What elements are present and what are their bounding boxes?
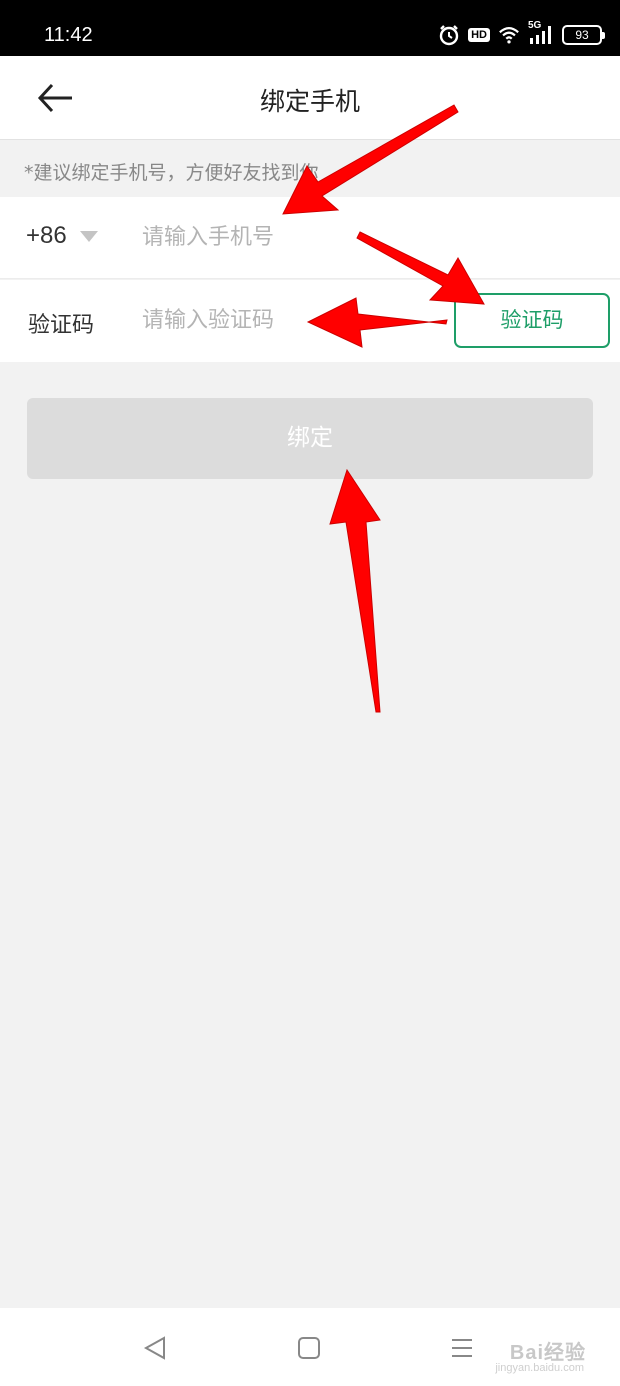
phone-input[interactable] (142, 213, 432, 261)
status-time: 11:42 (44, 24, 93, 46)
baidu-watermark-url: jingyan.baidu.com (495, 1362, 584, 1374)
code-row: 验证码 验证码 (0, 280, 620, 362)
bind-button[interactable]: 绑定 (27, 398, 593, 479)
hd-badge: HD (468, 28, 490, 42)
page-title: 绑定手机 (259, 87, 360, 116)
nav-home-icon[interactable] (291, 1330, 327, 1366)
signal-group: 5G (528, 20, 554, 46)
code-input[interactable] (142, 296, 432, 344)
bind-hint-text: *建议绑定手机号，方便好友找到你 (24, 162, 319, 184)
battery-icon: 93 (562, 25, 605, 45)
wifi-icon (499, 27, 519, 44)
annotation-arrow-bind-button (329, 468, 381, 713)
baidu-watermark: Bai经验 (509, 1342, 586, 1364)
phone-row: +86 (0, 197, 620, 279)
system-nav-bar: Bai经验 jingyan.baidu.com (0, 1308, 620, 1386)
code-label: 验证码 (28, 313, 95, 338)
country-code-selector[interactable]: +86 (26, 222, 67, 250)
caret-down-icon[interactable] (80, 231, 98, 242)
status-icons: HD 5G 93 (438, 20, 605, 46)
signal-icon (530, 26, 551, 44)
nav-bar: 绑定手机 (0, 56, 620, 140)
nav-back-icon[interactable] (138, 1330, 174, 1366)
nav-menu-icon[interactable] (444, 1330, 480, 1366)
alarm-icon (439, 25, 459, 46)
get-code-button[interactable]: 验证码 (454, 293, 610, 348)
status-bar: 11:42 HD 5G 93 (0, 0, 620, 56)
